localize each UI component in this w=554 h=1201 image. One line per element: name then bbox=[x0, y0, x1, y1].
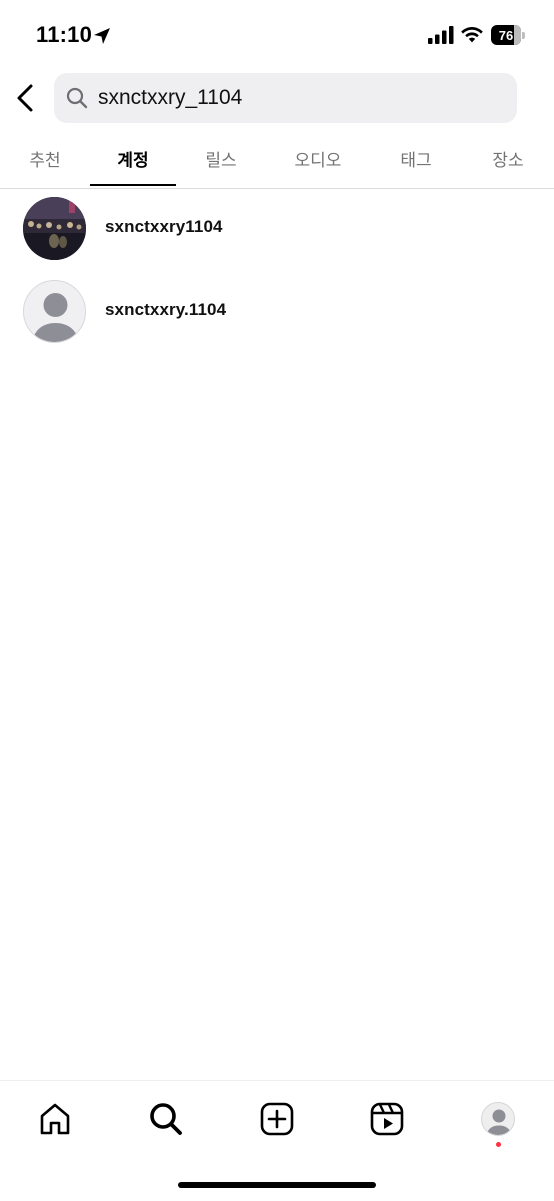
default-profile-icon bbox=[32, 293, 79, 342]
tab-recommended[interactable]: 추천 bbox=[0, 136, 90, 186]
username[interactable]: sxnctxxry.1104 bbox=[105, 300, 226, 320]
reels-icon bbox=[370, 1102, 404, 1136]
search-bar[interactable] bbox=[54, 73, 517, 123]
bottom-navigation bbox=[0, 1080, 554, 1201]
search-icon bbox=[150, 1103, 182, 1135]
nav-profile[interactable] bbox=[478, 1099, 518, 1139]
location-arrow-icon bbox=[94, 28, 110, 44]
tab-label: 릴스 bbox=[205, 151, 237, 171]
back-button[interactable] bbox=[10, 80, 40, 116]
home-indicator bbox=[178, 1182, 376, 1188]
tab-reels[interactable]: 릴스 bbox=[176, 136, 266, 186]
search-input[interactable] bbox=[98, 73, 498, 123]
battery-percent: 76 bbox=[498, 27, 514, 43]
notification-dot bbox=[496, 1142, 501, 1147]
account-result-row[interactable]: sxnctxxry1104 bbox=[0, 191, 554, 267]
battery-icon: 76 bbox=[491, 25, 525, 45]
tab-accounts[interactable]: 계정 bbox=[90, 136, 176, 186]
tab-places[interactable]: 장소 bbox=[462, 136, 554, 186]
profile-icon bbox=[481, 1102, 515, 1136]
tab-audio[interactable]: 오디오 bbox=[266, 136, 370, 186]
nav-home[interactable] bbox=[35, 1099, 75, 1139]
chevron-left-icon bbox=[17, 84, 33, 112]
active-tab-indicator bbox=[90, 184, 176, 186]
search-category-tabs: 추천 계정 릴스 오디오 태그 장소 bbox=[0, 136, 554, 189]
tab-tags[interactable]: 태그 bbox=[370, 136, 462, 186]
avatar-photo-image bbox=[23, 197, 86, 260]
cellular-signal-icon bbox=[428, 26, 454, 44]
search-icon bbox=[66, 87, 88, 109]
tab-label: 계정 bbox=[117, 151, 149, 171]
nav-create[interactable] bbox=[257, 1099, 297, 1139]
status-time: 11:10 bbox=[36, 22, 93, 47]
account-result-row[interactable]: sxnctxxry.1104 bbox=[0, 274, 554, 350]
nav-search[interactable] bbox=[146, 1099, 186, 1139]
wifi-icon bbox=[461, 27, 483, 43]
home-icon bbox=[40, 1103, 70, 1135]
tab-label: 장소 bbox=[492, 151, 524, 171]
create-post-icon bbox=[260, 1102, 294, 1136]
avatar[interactable] bbox=[23, 280, 86, 343]
nav-reels[interactable] bbox=[367, 1099, 407, 1139]
status-bar: 11:10 76 bbox=[0, 0, 554, 70]
tab-label: 오디오 bbox=[294, 151, 342, 171]
username[interactable]: sxnctxxry1104 bbox=[105, 217, 223, 237]
tab-label: 추천 bbox=[29, 151, 61, 171]
avatar[interactable] bbox=[23, 197, 86, 260]
tab-label: 태그 bbox=[400, 151, 432, 171]
